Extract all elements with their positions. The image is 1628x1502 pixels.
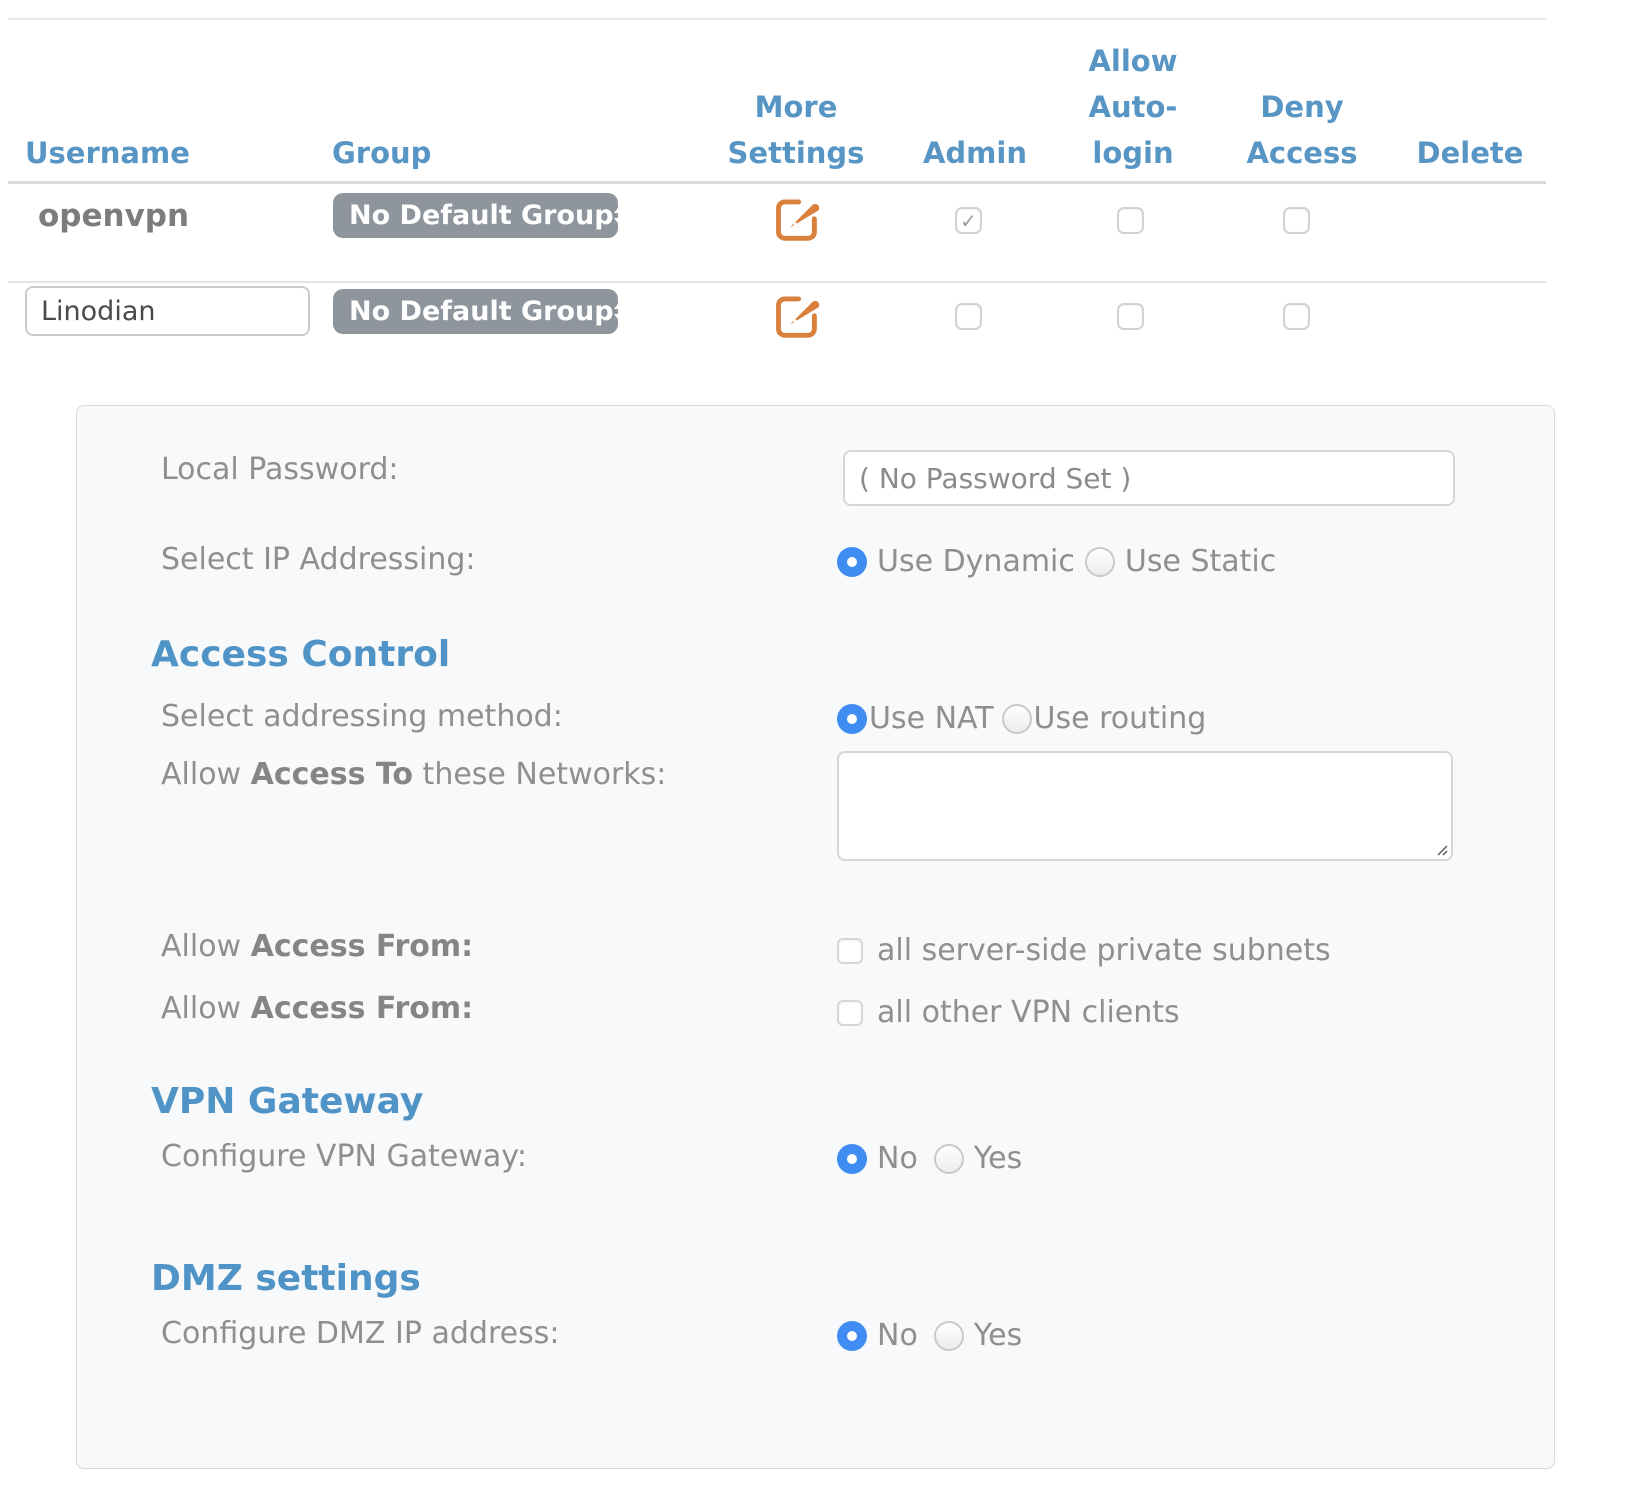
edit-pencil-icon — [768, 190, 824, 246]
dmz-settings-title: DMZ settings — [151, 1258, 421, 1299]
autologin-checkbox-linodian[interactable] — [1117, 303, 1144, 330]
use-routing-label: Use routing — [1034, 701, 1207, 736]
check-icon: ✓ — [960, 211, 977, 231]
row-divider — [8, 281, 1546, 283]
select-addressing-method-label: Select addressing method: — [161, 699, 563, 734]
use-routing-radio[interactable] — [1002, 704, 1032, 734]
col-header-username: Username — [25, 130, 190, 176]
dmz-radio-group: No Yes — [837, 1318, 1022, 1353]
label-suffix: these Networks: — [413, 757, 666, 792]
more-settings-edit-button-linodian[interactable] — [768, 287, 824, 343]
other-vpn-clients-label: all other VPN clients — [877, 995, 1180, 1030]
vpn-gateway-radio-group: No Yes — [837, 1141, 1022, 1176]
deny-checkbox-linodian[interactable] — [1283, 303, 1310, 330]
admin-checkbox-linodian[interactable] — [955, 303, 982, 330]
addressing-method-radio-group: Use NAT Use routing — [837, 701, 1206, 736]
more-settings-edit-button-openvpn[interactable] — [768, 190, 824, 246]
user-settings-panel: Local Password: Select IP Addressing: Us… — [76, 405, 1555, 1469]
use-dynamic-radio[interactable] — [837, 547, 867, 577]
label-prefix: Allow — [161, 929, 251, 964]
configure-vpn-gateway-label: Configure VPN Gateway: — [161, 1139, 527, 1174]
use-static-radio[interactable] — [1085, 547, 1115, 577]
vpn-clients-checkbox-row: all other VPN clients — [837, 995, 1180, 1030]
vpn-gateway-no-radio[interactable] — [837, 1144, 867, 1174]
use-dynamic-label: Use Dynamic — [877, 544, 1075, 579]
group-select-openvpn[interactable]: No Default Group — [333, 193, 618, 238]
dmz-no-label: No — [877, 1318, 918, 1353]
access-from-label-2: Allow Access From: — [161, 991, 473, 1026]
deny-checkbox-openvpn[interactable] — [1283, 207, 1310, 234]
label-bold: Access To — [251, 757, 413, 792]
group-select-value: No Default Group — [349, 200, 614, 231]
select-updown-icon — [614, 204, 628, 227]
select-ip-addressing-label: Select IP Addressing: — [161, 542, 476, 577]
access-to-networks-label: Allow Access To these Networks: — [161, 757, 666, 792]
private-subnets-checkbox[interactable] — [837, 938, 863, 964]
networks-textarea-wrap — [837, 751, 1453, 861]
col-header-delete: Delete — [1410, 130, 1530, 176]
local-password-label: Local Password: — [161, 452, 399, 487]
col-header-admin: Admin — [915, 130, 1035, 176]
other-vpn-clients-checkbox[interactable] — [837, 1000, 863, 1026]
col-header-more-settings: More Settings — [716, 84, 876, 176]
use-nat-radio[interactable] — [837, 704, 867, 734]
dmz-yes-radio[interactable] — [934, 1321, 964, 1351]
header-divider — [8, 181, 1546, 184]
local-password-input[interactable] — [843, 450, 1455, 506]
group-select-linodian[interactable]: No Default Group — [333, 289, 618, 334]
admin-checkbox-openvpn[interactable]: ✓ — [955, 207, 982, 234]
networks-textarea[interactable] — [837, 751, 1453, 861]
vpn-gateway-yes-radio[interactable] — [934, 1144, 964, 1174]
vpn-gateway-no-label: No — [877, 1141, 918, 1176]
dmz-no-radio[interactable] — [837, 1321, 867, 1351]
label-bold: Access From: — [251, 991, 474, 1026]
dmz-yes-label: Yes — [974, 1318, 1022, 1353]
edit-pencil-icon — [768, 287, 824, 343]
vpn-gateway-title: VPN Gateway — [151, 1081, 423, 1122]
access-from-label-1: Allow Access From: — [161, 929, 473, 964]
col-header-group: Group — [332, 130, 431, 176]
username-input[interactable] — [25, 286, 310, 336]
select-updown-icon — [614, 300, 628, 323]
use-nat-label: Use NAT — [869, 701, 994, 736]
subnets-checkbox-row: all server-side private subnets — [837, 933, 1331, 968]
use-static-label: Use Static — [1125, 544, 1276, 579]
access-control-title: Access Control — [151, 634, 450, 675]
autologin-checkbox-openvpn[interactable] — [1117, 207, 1144, 234]
label-prefix: Allow — [161, 991, 251, 1026]
private-subnets-label: all server-side private subnets — [877, 933, 1331, 968]
ip-addressing-radio-group: Use Dynamic Use Static — [837, 544, 1276, 579]
col-header-deny-access: Deny Access — [1242, 84, 1362, 176]
top-divider — [8, 18, 1546, 20]
group-select-value: No Default Group — [349, 296, 614, 327]
user-permissions-screen: Username Group More Settings Admin Allow… — [0, 0, 1628, 1502]
label-prefix: Allow — [161, 757, 251, 792]
col-header-allow-autologin: Allow Auto-login — [1078, 38, 1188, 176]
vpn-gateway-yes-label: Yes — [974, 1141, 1022, 1176]
username-openvpn: openvpn — [38, 198, 189, 234]
label-bold: Access From: — [251, 929, 474, 964]
configure-dmz-label: Configure DMZ IP address: — [161, 1316, 559, 1351]
